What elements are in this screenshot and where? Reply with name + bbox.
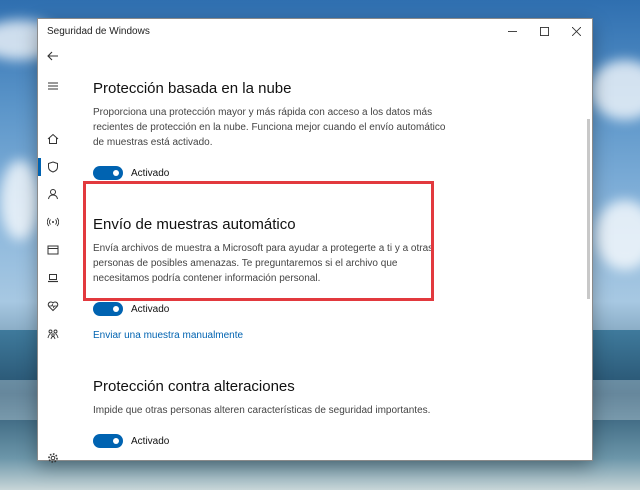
family-icon (47, 329, 59, 340)
title-bar[interactable]: Seguridad de Windows (38, 19, 592, 44)
window-title: Seguridad de Windows (47, 26, 150, 37)
nav-settings[interactable] (38, 446, 68, 470)
gear-icon (48, 453, 58, 463)
toggle-label: Activado (131, 435, 170, 447)
window-controls (496, 19, 592, 44)
section-description: Proporciona una protección mayor y más r… (93, 107, 446, 148)
section-description: Impide que otras personas alteren caract… (93, 405, 431, 416)
close-button[interactable] (560, 19, 592, 44)
laptop-icon (48, 274, 58, 283)
tamper-protection-toggle[interactable] (93, 434, 123, 448)
toggle-row: Activado (93, 302, 453, 316)
nav-device-security[interactable] (38, 266, 68, 290)
close-icon (571, 27, 581, 36)
app-window: Seguridad de Windows Protección basada e… (38, 19, 592, 463)
toggle-label: Activado (131, 303, 170, 315)
heart-health-icon (47, 301, 59, 312)
hamburger-menu-icon (48, 82, 58, 90)
tamper-protection-section: Protección contra alteraciones Impide qu… (93, 378, 453, 448)
wifi-antenna-icon (47, 217, 59, 227)
nav-device-health[interactable] (38, 294, 68, 318)
nav-home[interactable] (38, 127, 68, 151)
home-icon (47, 133, 59, 144)
maximize-icon (539, 27, 549, 36)
back-button[interactable] (38, 44, 68, 68)
toggle-label: Activado (131, 167, 170, 179)
menu-button[interactable] (38, 74, 68, 98)
section-title: Protección basada en la nube (93, 80, 292, 97)
nav-account[interactable] (38, 182, 68, 206)
cloud-protection-toggle[interactable] (93, 166, 123, 180)
highlight-box (83, 181, 434, 301)
cloud-protection-section: Protección basada en la nube Proporciona… (93, 80, 453, 180)
account-icon (48, 189, 58, 200)
toggle-row: Activado (93, 434, 453, 448)
toggle-row: Activado (93, 166, 453, 180)
nav-family-options[interactable] (38, 322, 68, 346)
nav-virus-protection[interactable] (38, 155, 68, 179)
app-browser-icon (47, 245, 59, 255)
minimize-button[interactable] (496, 19, 528, 44)
nav-firewall[interactable] (38, 210, 68, 234)
section-title: Protección contra alteraciones (93, 378, 295, 395)
nav-app-browser[interactable] (38, 238, 68, 262)
vertical-scrollbar[interactable] (587, 119, 590, 299)
maximize-button[interactable] (528, 19, 560, 44)
sample-submission-toggle[interactable] (93, 302, 123, 316)
submit-sample-manually-link[interactable]: Enviar una muestra manualmente (93, 330, 243, 341)
shield-icon (48, 161, 58, 173)
navigation-rail (38, 44, 68, 463)
back-arrow-icon (47, 51, 58, 61)
minimize-icon (507, 31, 517, 32)
